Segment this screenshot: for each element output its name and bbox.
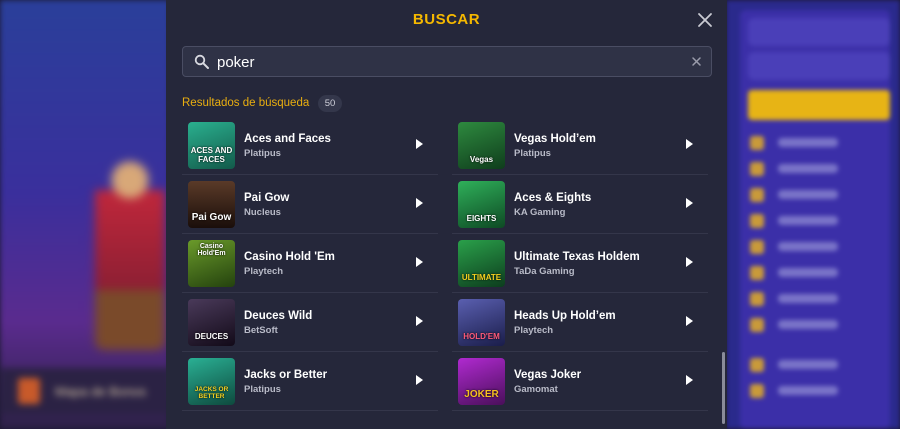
background-balance-pill bbox=[748, 52, 890, 80]
background-menu-row bbox=[750, 211, 880, 231]
play-icon bbox=[686, 316, 693, 326]
game-thumbnail: Casino Hold'Em bbox=[188, 240, 235, 287]
game-provider: Playtech bbox=[514, 325, 554, 336]
game-result[interactable]: Pai Gow Pai Gow Nucleus bbox=[182, 175, 438, 234]
close-icon bbox=[698, 13, 712, 27]
game-result[interactable]: HOLD'EM Heads Up Hold’em Playtech bbox=[452, 293, 708, 352]
game-provider: Platipus bbox=[244, 148, 281, 159]
play-icon bbox=[686, 257, 693, 267]
play-icon bbox=[416, 139, 423, 149]
game-result[interactable]: ULTIMATE Ultimate Texas Holdem TaDa Gami… bbox=[452, 234, 708, 293]
play-icon bbox=[686, 198, 693, 208]
game-title: Casino Hold 'Em bbox=[244, 251, 335, 263]
play-icon bbox=[416, 316, 423, 326]
game-result[interactable]: JACKS OR BETTER Jacks or Better Platipus bbox=[182, 352, 438, 411]
scrollbar-thumb[interactable] bbox=[722, 352, 725, 424]
modal-title: BUSCAR bbox=[412, 11, 481, 28]
game-thumbnail: ULTIMATE bbox=[458, 240, 505, 287]
play-icon bbox=[416, 257, 423, 267]
play-icon bbox=[686, 375, 693, 385]
game-title: Deuces Wild bbox=[244, 310, 313, 322]
game-title: Ultimate Texas Holdem bbox=[514, 251, 640, 263]
close-button[interactable] bbox=[695, 10, 715, 30]
background-menu-row bbox=[750, 237, 880, 257]
game-result[interactable]: EIGHTS Aces & Eights KA Gaming bbox=[452, 175, 708, 234]
background-menu-row bbox=[750, 355, 880, 375]
game-thumbnail: EIGHTS bbox=[458, 181, 505, 228]
game-title: Heads Up Hold’em bbox=[514, 310, 616, 322]
background-balance-pill bbox=[748, 18, 890, 46]
game-title: Aces and Faces bbox=[244, 133, 331, 145]
background-menu-row bbox=[750, 289, 880, 309]
background-banner-label: Mapa de Bonos bbox=[55, 384, 147, 399]
game-thumbnail: ACES AND FACES bbox=[188, 122, 235, 169]
game-thumbnail: Vegas bbox=[458, 122, 505, 169]
background-menu-row bbox=[750, 185, 880, 205]
results-count-badge: 50 bbox=[318, 95, 342, 112]
game-result[interactable]: JOKER Vegas Joker Gamomat bbox=[452, 352, 708, 411]
game-provider: Platipus bbox=[514, 148, 551, 159]
game-result[interactable]: DEUCES Deuces Wild BetSoft bbox=[182, 293, 438, 352]
background-menu-row bbox=[750, 315, 880, 335]
background-game-area: Mapa de Bonos bbox=[0, 0, 170, 429]
clear-search-icon[interactable] bbox=[690, 55, 703, 68]
search-box bbox=[182, 46, 712, 77]
play-icon bbox=[686, 139, 693, 149]
background-banner: Mapa de Bonos bbox=[0, 368, 170, 414]
game-thumbnail: JACKS OR BETTER bbox=[188, 358, 235, 405]
search-icon bbox=[194, 54, 209, 69]
game-provider: Gamomat bbox=[514, 384, 558, 395]
play-icon bbox=[416, 198, 423, 208]
search-modal: BUSCAR Resultados de búsqueda 50 ACES AN… bbox=[166, 0, 727, 429]
game-provider: Nucleus bbox=[244, 207, 281, 218]
game-provider: TaDa Gaming bbox=[514, 266, 575, 277]
results-grid: ACES AND FACES Aces and Faces Platipus V… bbox=[182, 116, 708, 429]
background-menu-row bbox=[750, 381, 880, 401]
background-sidebar bbox=[726, 0, 900, 429]
game-title: Vegas Joker bbox=[514, 369, 582, 381]
results-label: Resultados de búsqueda bbox=[182, 97, 310, 109]
game-title: Pai Gow bbox=[244, 192, 290, 204]
game-title: Jacks or Better bbox=[244, 369, 328, 381]
background-menu-row bbox=[750, 133, 880, 153]
background-menu-row bbox=[750, 263, 880, 283]
background-deposit-button bbox=[748, 90, 890, 120]
map-icon bbox=[18, 378, 40, 404]
game-provider: Platipus bbox=[244, 384, 281, 395]
play-icon bbox=[416, 375, 423, 385]
background-menu-row bbox=[750, 159, 880, 179]
game-result[interactable]: ACES AND FACES Aces and Faces Platipus bbox=[182, 116, 438, 175]
search-input[interactable] bbox=[217, 50, 677, 74]
game-title: Vegas Hold’em bbox=[514, 133, 596, 145]
game-result[interactable]: Casino Hold'Em Casino Hold 'Em Playtech bbox=[182, 234, 438, 293]
game-thumbnail: DEUCES bbox=[188, 299, 235, 346]
game-result[interactable]: Vegas Vegas Hold’em Platipus bbox=[452, 116, 708, 175]
game-provider: Playtech bbox=[244, 266, 284, 277]
game-thumbnail: JOKER bbox=[458, 358, 505, 405]
game-thumbnail: HOLD'EM bbox=[458, 299, 505, 346]
game-thumbnail: Pai Gow bbox=[188, 181, 235, 228]
game-provider: BetSoft bbox=[244, 325, 278, 336]
game-provider: KA Gaming bbox=[514, 207, 566, 218]
game-title: Aces & Eights bbox=[514, 192, 592, 204]
background-character bbox=[95, 150, 165, 350]
